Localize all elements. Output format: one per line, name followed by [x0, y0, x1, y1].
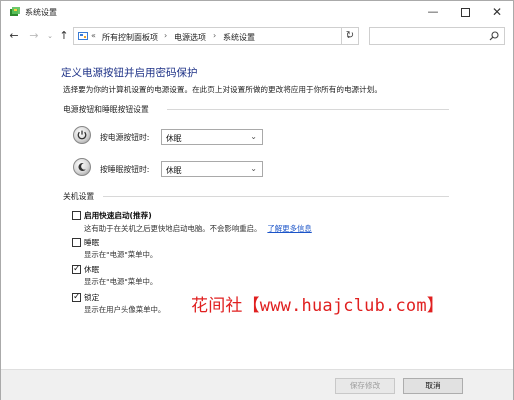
address-bar[interactable]: « 所有控制面板项 › 电源选项 › 系统设置 ⌄: [73, 27, 359, 45]
breadcrumb-all-control-panel-items[interactable]: 所有控制面板项: [102, 32, 158, 43]
section-heading-power-buttons: 电源按钮和睡眠按钮设置: [63, 105, 149, 114]
refresh-icon: ↻: [345, 30, 355, 41]
footer-bar: 保存修改 取消: [1, 369, 513, 400]
breadcrumb-overflow-chevron[interactable]: «: [91, 31, 96, 40]
learn-more-link[interactable]: 了解更多信息: [267, 224, 311, 233]
up-button[interactable]: ↑: [57, 29, 71, 43]
page-title: 定义电源按钮并启用密码保护: [61, 67, 198, 79]
hibernate-description: 显示在"电源"菜单中。: [84, 277, 158, 286]
power-button-action-select[interactable]: 休眠 ⌄: [161, 129, 263, 145]
minimize-icon: —: [427, 5, 439, 18]
sleep-button-label: 按睡眠按钮时:: [100, 165, 150, 174]
lock-label[interactable]: 锁定: [84, 292, 99, 303]
site-watermark: 花间社【www.huajclub.com】: [191, 296, 444, 316]
checkmark-icon: ✓: [73, 292, 81, 302]
sleep-button-action-value: 休眠: [166, 166, 182, 175]
title-bar: 系统设置 — ✕: [1, 1, 513, 23]
sleep-checkbox[interactable]: [72, 238, 81, 247]
sleep-description: 显示在"电源"菜单中。: [84, 250, 158, 259]
navigation-bar: ← → ⌄ ↑ « 所有控制面板项 › 电源选项 › 系统设置 ⌄ ↻: [1, 23, 513, 49]
power-button-label: 按电源按钮时:: [100, 133, 150, 142]
page-description: 选择要为你的计算机设置的电源设置。在此页上对设置所做的更改将应用于你所有的电源计…: [63, 85, 382, 94]
search-icon: [489, 31, 499, 41]
breadcrumb-system-settings[interactable]: 系统设置: [223, 32, 255, 43]
main-content: 定义电源按钮并启用密码保护 选择要为你的计算机设置的电源设置。在此页上对设置所做…: [1, 49, 513, 369]
power-button-icon: [73, 126, 91, 144]
breadcrumb-separator[interactable]: ›: [213, 31, 216, 40]
lock-checkbox[interactable]: ✓: [72, 292, 81, 302]
minimize-button[interactable]: —: [417, 1, 449, 23]
power-options-icon: [10, 7, 20, 16]
hibernate-label[interactable]: 休眠: [84, 264, 99, 275]
refresh-button[interactable]: ↻: [341, 27, 359, 45]
close-icon: ✕: [491, 5, 503, 19]
maximize-button[interactable]: [449, 1, 481, 23]
fast-startup-checkbox[interactable]: [72, 211, 81, 220]
chevron-down-icon: ⌄: [250, 164, 257, 173]
sleep-button-icon: [73, 158, 91, 176]
save-changes-button[interactable]: 保存修改: [335, 378, 395, 394]
breadcrumb-power-options[interactable]: 电源选项: [174, 32, 206, 43]
close-button[interactable]: ✕: [481, 1, 513, 23]
cancel-button[interactable]: 取消: [403, 378, 463, 394]
lock-description: 显示在用户头像菜单中。: [84, 305, 166, 314]
fast-startup-description-text: 这有助于在关机之后更快地启动电脑。不会影响重启。: [84, 224, 262, 233]
section-heading-shutdown: 关机设置: [63, 192, 95, 201]
search-control-panel-input[interactable]: [369, 27, 505, 45]
maximize-icon: [460, 7, 470, 17]
system-settings-window: 系统设置 — ✕ ← → ⌄ ↑ « 所有控制面板项 › 电源选项 › 系统设置…: [0, 0, 514, 400]
control-panel-icon: [78, 32, 88, 40]
sleep-button-action-select[interactable]: 休眠 ⌄: [161, 161, 263, 177]
fast-startup-label[interactable]: 启用快速启动(推荐): [84, 210, 152, 221]
power-button-action-value: 休眠: [166, 134, 182, 143]
chevron-down-icon: ⌄: [250, 132, 257, 141]
fast-startup-description: 这有助于在关机之后更快地启动电脑。不会影响重启。 了解更多信息: [84, 223, 312, 234]
hibernate-checkbox[interactable]: ✓: [72, 264, 81, 274]
section-divider: [167, 109, 449, 110]
window-title: 系统设置: [25, 8, 57, 17]
section-divider: [103, 196, 449, 197]
sleep-label[interactable]: 睡眠: [84, 237, 99, 248]
breadcrumb-separator[interactable]: ›: [164, 31, 167, 40]
back-button[interactable]: ←: [7, 29, 21, 43]
recent-locations-dropdown[interactable]: ⌄: [43, 29, 57, 43]
forward-button[interactable]: →: [27, 29, 41, 43]
checkmark-icon: ✓: [73, 264, 81, 274]
